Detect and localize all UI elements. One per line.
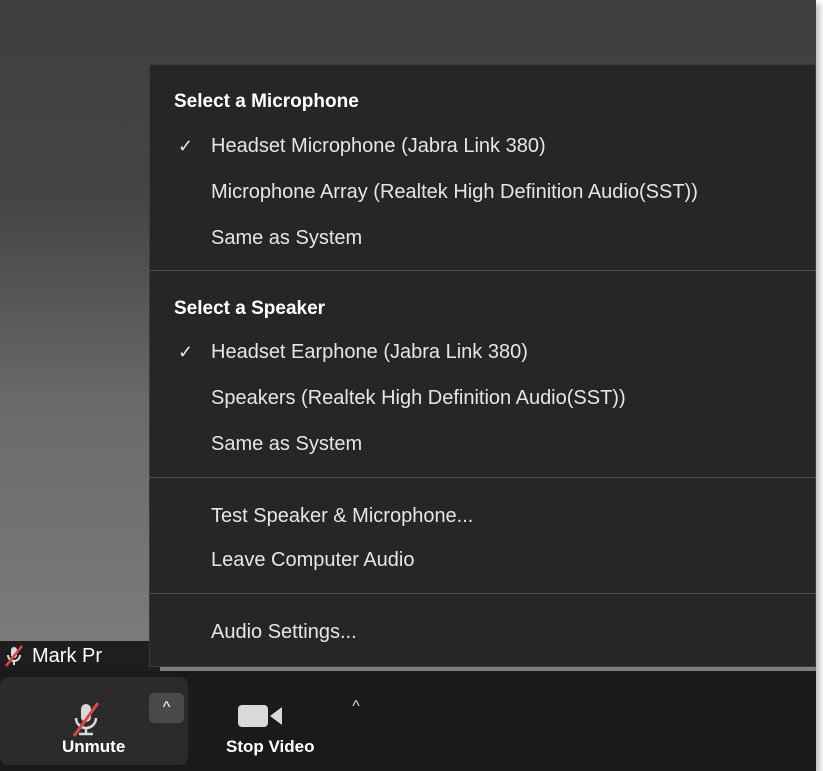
menu-item-speaker-same-as-system[interactable]: Same as System (211, 433, 362, 456)
menu-divider (150, 593, 816, 594)
participant-name: Mark Pr (32, 644, 102, 667)
menu-divider (150, 477, 816, 478)
checkmark-icon: ✓ (178, 136, 194, 156)
participant-name-tag: Mark Pr (0, 641, 160, 671)
video-camera-icon (238, 705, 282, 727)
menu-item-mic-same-as-system[interactable]: Same as System (211, 227, 362, 250)
speaker-section-heading: Select a Speaker (174, 298, 326, 319)
menu-item-audio-settings[interactable]: Audio Settings... (211, 621, 357, 644)
menu-item-microphone-array[interactable]: Microphone Array (Realtek High Definitio… (211, 181, 698, 204)
menu-item-speakers-realtek[interactable]: Speakers (Realtek High Definition Audio(… (211, 387, 626, 410)
muted-microphone-icon (5, 645, 23, 667)
caret-up-icon: ^ (162, 699, 171, 716)
video-options-caret[interactable]: ^ (344, 693, 368, 721)
stop-video-button[interactable]: Stop Video (222, 677, 342, 765)
unmute-label: Unmute (62, 737, 126, 756)
caret-up-icon: ^ (352, 698, 360, 715)
microphone-section-heading: Select a Microphone (174, 91, 359, 112)
menu-divider (150, 270, 816, 271)
menu-item-test-speaker-microphone[interactable]: Test Speaker & Microphone... (211, 505, 473, 528)
stop-video-label: Stop Video (226, 737, 315, 756)
muted-microphone-icon (72, 702, 100, 737)
audio-options-menu: Select a Microphone ✓ Headset Microphone… (149, 64, 816, 667)
menu-item-leave-computer-audio[interactable]: Leave Computer Audio (211, 549, 414, 572)
meeting-toolbar: Unmute ^ Stop Video ^ (0, 671, 816, 771)
zoom-meeting-window: Mark Pr Unmute ^ Stop Video ^ Select a M… (0, 0, 816, 771)
checkmark-icon: ✓ (178, 342, 194, 362)
menu-item-headset-earphone[interactable]: Headset Earphone (Jabra Link 380) (211, 341, 528, 364)
menu-item-headset-microphone[interactable]: Headset Microphone (Jabra Link 380) (211, 135, 546, 158)
audio-options-caret[interactable]: ^ (149, 693, 184, 723)
